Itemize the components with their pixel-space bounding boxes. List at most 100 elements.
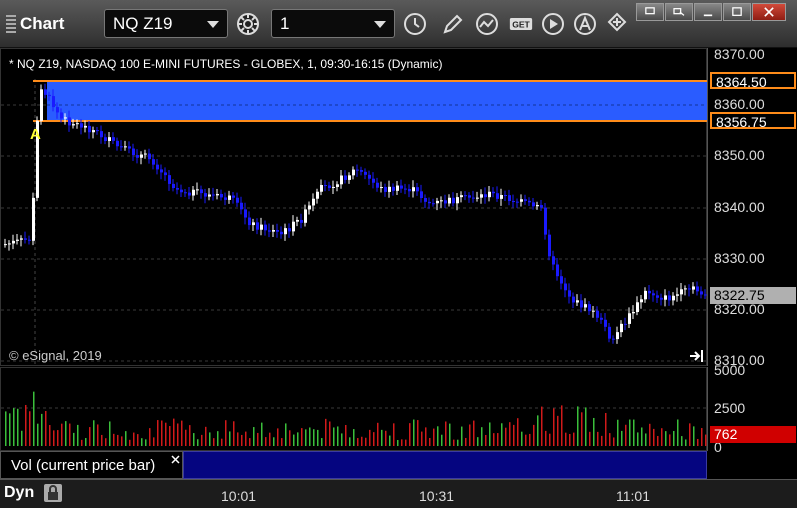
trade-button[interactable] [602,9,632,38]
volume-bar [305,429,307,446]
candle-body [276,230,279,232]
close-button[interactable] [752,3,786,21]
volume-bar [369,429,371,446]
candle-body [580,300,583,308]
volume-bar [61,423,63,446]
drag-grip-icon[interactable] [6,15,16,33]
symbol-info-label: * NQ Z19, NASDAQ 100 E-MINI FUTURES - GL… [9,57,443,71]
close-icon [764,7,774,17]
volume-bar [413,419,415,446]
candle-body [284,228,287,235]
volume-bar [205,426,207,446]
restore-icon [645,7,655,15]
restore-button[interactable] [636,3,664,21]
candle-body [216,193,219,196]
candle-body [516,201,519,203]
studies-button[interactable] [472,9,502,38]
candle-body [532,202,535,207]
candle-body [468,195,471,198]
candle-body [4,244,7,246]
dynamic-mode-label[interactable]: Dyn [4,484,34,502]
candle-body [192,189,195,196]
volume-bar [365,437,367,446]
candle-body [540,205,543,208]
link-button[interactable] [665,3,693,21]
volume-bar [561,405,563,446]
candle-body [632,312,635,314]
symbol-value: NQ Z19 [113,14,173,33]
volume-canvas [1,391,708,446]
volume-bar [233,421,235,446]
volume-bar [433,428,435,446]
candle-body [44,89,47,95]
draw-tools-button[interactable] [438,9,468,38]
candle-body [32,197,35,241]
volume-bar [593,417,595,446]
time-tick: 10:31 [419,488,455,504]
volume-bar [49,425,51,446]
candle-body [432,203,435,205]
chevron-down-icon[interactable] [374,21,386,28]
candle-body [164,172,167,176]
candle-body [244,209,247,218]
chevron-down-icon[interactable] [207,21,219,28]
volume-bar [681,436,683,446]
volume-bar [525,434,527,446]
volume-bar [33,391,35,446]
window-title[interactable]: Chart [6,14,64,34]
candle-body [336,184,339,187]
price-axis[interactable]: 8370.00 8360.00 8350.00 8340.00 8330.00 … [707,46,797,368]
study-chart-icon [476,12,498,35]
interval-input[interactable]: 1 [271,9,395,38]
candle-body [524,199,527,201]
legend-filler [183,451,707,479]
volume-bar [457,439,459,446]
time-axis[interactable]: Dyn 10:01 10:31 11:01 [0,479,797,508]
volume-bar [241,434,243,446]
volume-bar [301,428,303,446]
volume-bar [689,423,691,446]
get-data-button[interactable]: GET [506,9,536,38]
volume-bar [249,438,251,446]
volume-pane[interactable] [0,367,708,451]
lock-icon[interactable] [43,483,63,503]
volume-bar [237,432,239,446]
candle-body [364,171,367,175]
candle-body [376,182,379,188]
candle-body [384,187,387,192]
candle-body [180,189,183,193]
volume-bar [585,407,587,446]
price-chart-canvas[interactable]: A [1,49,708,367]
volume-bar [285,423,287,446]
zone-upper-price-label: 8364.50 [710,72,796,90]
symbol-input[interactable]: NQ Z19 [104,9,228,38]
replay-button[interactable] [538,9,568,38]
candle-body [288,228,291,232]
volume-legend[interactable]: Vol (current price bar) [0,451,183,479]
volume-bar [357,438,359,446]
candle-body [624,323,627,325]
candle-body [16,239,19,241]
volume-bar [333,427,335,446]
candle-body [140,154,143,158]
volume-bar [225,420,227,446]
maximize-button[interactable] [723,3,751,21]
volume-bar [149,428,151,446]
close-study-icon[interactable] [171,455,180,464]
alert-marker-a[interactable]: A [30,126,41,143]
candle-body [240,202,243,210]
candle-body [340,175,343,185]
candle-body [536,205,539,207]
alerts-button[interactable] [570,9,600,38]
minimize-button[interactable] [694,3,722,21]
price-zone-rect[interactable] [47,81,708,121]
volume-bar [141,438,143,446]
settings-gear-button[interactable] [233,9,263,38]
time-template-button[interactable] [400,9,430,38]
volume-bar [521,431,523,446]
volume-bar [209,432,211,446]
price-chart-pane[interactable]: A * NQ Z19, NASDAQ 100 E-MINI FUTURES - … [0,48,708,367]
volume-bar [41,413,43,446]
scroll-to-end-icon[interactable] [689,349,705,363]
volume-bar [349,437,351,446]
